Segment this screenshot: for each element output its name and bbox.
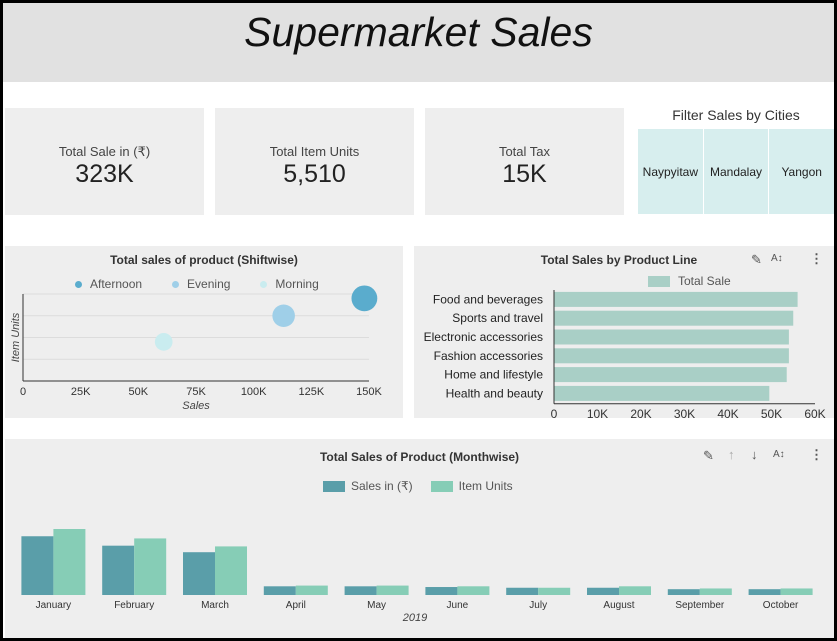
month-label: January (36, 600, 72, 611)
monthwise-bar-chart: January February March April May June July Augu… (21, 529, 813, 624)
category-label: Electronic accessories (424, 330, 543, 344)
units-bar (538, 587, 571, 595)
product-bar (554, 291, 798, 307)
units-bar (376, 585, 409, 595)
x-tick-label: 30K (674, 407, 695, 418)
product-bar (554, 348, 789, 364)
x-axis-label: Sales (182, 400, 210, 412)
x-tick-label: 125K (298, 386, 324, 398)
month-label: June (447, 600, 469, 611)
sales-bar (344, 586, 377, 595)
sales-bar (667, 589, 700, 595)
header-bar: Supermarket Sales (3, 3, 834, 82)
month-label: March (201, 600, 229, 611)
x-tick-label: 50K (129, 386, 149, 398)
shiftwise-chart-panel: Total sales of product (Shiftwise) After… (5, 246, 403, 418)
category-label: Fashion accessories (434, 349, 543, 363)
units-bar (457, 586, 490, 595)
kpi-label: Total Item Units (269, 144, 360, 159)
sales-bar (425, 587, 458, 595)
kpi-value: 15K (502, 160, 547, 188)
city-option-mandalay[interactable]: Mandalay (704, 129, 770, 214)
x-tick-label: 50K (761, 407, 782, 418)
x-tick-label: 60K (804, 407, 825, 418)
month-label: May (367, 600, 386, 611)
filter-title: Filter Sales by Cities (672, 107, 800, 123)
product-bar (554, 329, 789, 345)
kpi-label: Total Sale in (₹) (58, 144, 151, 159)
units-bar (295, 585, 328, 595)
x-tick-label: 75K (186, 386, 206, 398)
product-bar (554, 310, 794, 326)
city-option-naypyitaw[interactable]: Naypyitaw (638, 129, 704, 214)
x-tick-label: 40K (717, 407, 738, 418)
sales-bar (21, 536, 54, 595)
x-tick-label: 20K (630, 407, 651, 418)
month-label: September (675, 600, 725, 611)
x-tick-label: 10K (587, 407, 608, 418)
units-bar (699, 588, 732, 595)
sales-bar (748, 589, 781, 595)
x-axis-label: 2019 (402, 612, 427, 624)
units-bar (215, 546, 247, 595)
x-tick-label: 25K (71, 386, 91, 398)
product-line-chart-panel: Total Sales by Product Line ✎ A↕ ⋮ Total… (414, 246, 834, 418)
month-label: August (603, 600, 634, 611)
category-label: Food and beverages (433, 292, 543, 306)
page-title: Supermarket Sales (244, 9, 593, 55)
units-bar (619, 586, 651, 595)
kpi-card-total-sale: Total Sale in (₹) 323K (5, 108, 204, 215)
scatter-point-afternoon (351, 285, 378, 312)
product-line-bar-chart: Food and beverages Sports and travel Elect… (424, 290, 826, 418)
units-bar (780, 588, 813, 595)
sales-bar (587, 587, 619, 595)
month-label: April (286, 600, 306, 611)
x-tick-label: 0 (20, 386, 26, 398)
kpi-label: Total Tax (498, 144, 551, 159)
sales-bar (183, 552, 215, 595)
x-tick-label: 150K (356, 386, 382, 398)
scatter-point-morning (154, 333, 173, 351)
category-label: Sports and travel (452, 311, 543, 325)
category-label: Health and beauty (446, 386, 543, 400)
sales-bar (102, 545, 135, 595)
units-bar (134, 538, 167, 595)
scatter-point-evening (272, 304, 295, 328)
x-tick-label: 0 (551, 407, 558, 418)
monthwise-chart-panel: Total Sales of Product (Monthwise) ✎ ↑ ↓… (5, 439, 834, 638)
product-bar (554, 385, 770, 401)
sales-bar (263, 586, 296, 595)
y-axis-label: Item Units (10, 312, 22, 362)
month-label: October (763, 600, 799, 611)
sales-bar (506, 587, 539, 595)
kpi-card-total-tax: Total Tax 15K (425, 108, 624, 215)
kpi-card-total-units: Total Item Units 5,510 (215, 108, 414, 215)
product-bar (554, 367, 787, 383)
month-label: July (529, 600, 547, 611)
x-tick-label: 100K (241, 386, 267, 398)
month-label: February (114, 600, 154, 611)
city-filter: Naypyitaw Mandalay Yangon (638, 129, 834, 214)
city-option-yangon[interactable]: Yangon (769, 129, 834, 214)
units-bar (53, 529, 86, 595)
category-label: Home and lifestyle (444, 368, 543, 382)
kpi-value: 323K (75, 160, 134, 188)
kpi-value: 5,510 (283, 160, 346, 188)
shiftwise-scatter-plot: 0 25K 50K 75K 100K 125K 150K Sales Item Units (10, 285, 383, 412)
